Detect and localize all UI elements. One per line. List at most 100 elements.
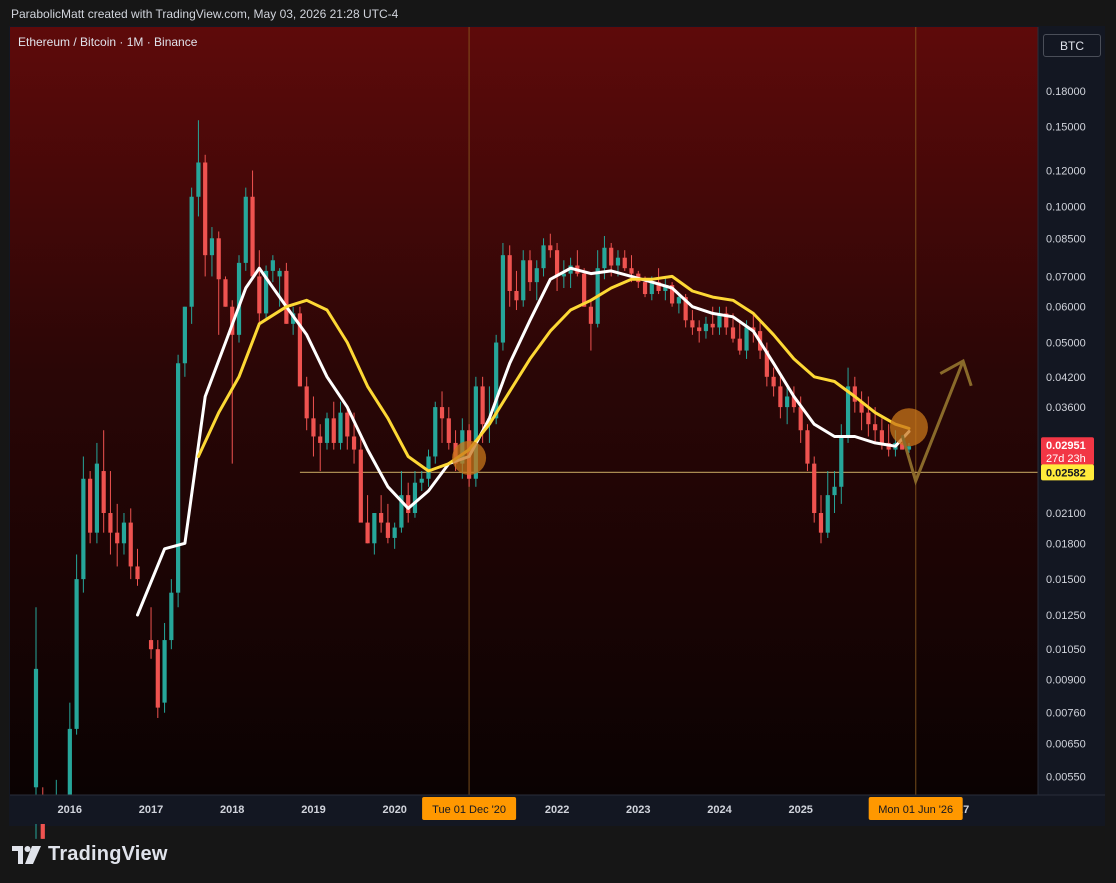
candle-body[interactable] <box>372 513 377 544</box>
candle-body[interactable] <box>879 430 884 443</box>
candle-body[interactable] <box>108 513 113 533</box>
candle-body[interactable] <box>209 238 215 256</box>
candle-body[interactable] <box>737 338 742 351</box>
scale-currency-button[interactable]: BTC <box>1043 34 1101 57</box>
candle-body[interactable] <box>433 407 438 457</box>
price-tick-label: 0.00550 <box>1046 771 1086 783</box>
candle-body[interactable] <box>785 396 790 408</box>
candle-body[interactable] <box>324 418 330 443</box>
symbol-title[interactable]: Ethereum / Bitcoin · 1M · Binance <box>18 35 197 49</box>
candle-body[interactable] <box>338 412 343 443</box>
candle-body[interactable] <box>101 471 106 514</box>
candle-body[interactable] <box>697 327 702 332</box>
candle-body[interactable] <box>128 522 133 567</box>
candle-body[interactable] <box>277 270 282 277</box>
candle-body[interactable] <box>412 482 418 514</box>
candle-body[interactable] <box>521 260 526 301</box>
candle-body[interactable] <box>223 279 228 307</box>
candle-body[interactable] <box>88 478 93 533</box>
candle-body[interactable] <box>426 456 431 479</box>
candle-body[interactable] <box>203 162 208 256</box>
candle-body[interactable] <box>730 327 736 339</box>
candle-body[interactable] <box>629 268 634 274</box>
candle-body[interactable] <box>257 276 262 314</box>
candle-body[interactable] <box>805 430 810 464</box>
time-tick-label: 2025 <box>788 804 812 816</box>
candle-body[interactable] <box>311 418 316 437</box>
highlight-circle[interactable] <box>889 408 928 447</box>
candle-body[interactable] <box>710 323 715 328</box>
candle-body[interactable] <box>527 260 533 283</box>
candle-body[interactable] <box>169 592 174 641</box>
candle-body[interactable] <box>365 522 370 544</box>
candle-body[interactable] <box>541 245 546 269</box>
candle-body[interactable] <box>866 412 871 425</box>
candle-body[interactable] <box>744 327 749 351</box>
highlight-circle[interactable] <box>452 440 487 475</box>
candle-body[interactable] <box>284 270 289 324</box>
candle-body[interactable] <box>602 247 607 269</box>
candle-body[interactable] <box>135 566 140 580</box>
candle-body[interactable] <box>406 495 411 514</box>
candle-body[interactable] <box>439 407 445 419</box>
tradingview-logo[interactable]: TradingView <box>12 843 168 866</box>
candle-body[interactable] <box>318 436 323 443</box>
candle-body[interactable] <box>243 196 248 263</box>
candle-body[interactable] <box>690 320 695 328</box>
candle-body[interactable] <box>121 522 127 544</box>
candle-body[interactable] <box>622 257 627 269</box>
candle-body[interactable] <box>81 478 86 580</box>
candle-body[interactable] <box>534 268 539 283</box>
candle-body[interactable] <box>609 247 614 266</box>
candle-body[interactable] <box>825 495 830 533</box>
candle-body[interactable] <box>74 579 79 729</box>
candle-body[interactable] <box>67 728 72 804</box>
candle-body[interactable] <box>480 386 485 425</box>
candle-body[interactable] <box>392 527 397 538</box>
candle-body[interactable] <box>812 463 817 514</box>
candle-body[interactable] <box>548 245 553 251</box>
candle-body[interactable] <box>358 449 363 523</box>
candle-body[interactable] <box>419 478 424 483</box>
candle-body[interactable] <box>94 463 100 533</box>
candle-body[interactable] <box>554 250 560 277</box>
candle-body[interactable] <box>873 424 878 431</box>
candle-body[interactable] <box>642 282 648 295</box>
candle-body[interactable] <box>588 306 594 324</box>
candle-body[interactable] <box>115 532 120 544</box>
candle-body[interactable] <box>345 412 350 437</box>
candle-body[interactable] <box>162 640 167 703</box>
candle-body[interactable] <box>196 162 201 197</box>
candle-body[interactable] <box>148 640 154 650</box>
chart-canvas[interactable]: 0.220000.180000.150000.120000.100000.085… <box>0 0 1116 883</box>
candle-body[interactable] <box>182 306 187 364</box>
candle-body[interactable] <box>446 418 451 443</box>
candle-body[interactable] <box>379 513 384 523</box>
candle-body[interactable] <box>385 522 390 538</box>
tradingview-logo-text: TradingView <box>48 843 168 865</box>
candle-body[interactable] <box>507 255 512 291</box>
candle-body[interactable] <box>155 649 160 708</box>
candle-body[interactable] <box>189 196 194 307</box>
candle-body[interactable] <box>216 238 221 280</box>
candle-body[interactable] <box>818 513 824 533</box>
candle-body[interactable] <box>832 486 837 496</box>
candle-body[interactable] <box>703 323 709 332</box>
candle-body[interactable] <box>33 668 39 788</box>
price-tick-label: 0.00900 <box>1046 675 1086 687</box>
candle-body[interactable] <box>270 260 275 271</box>
candle-body[interactable] <box>250 196 255 277</box>
candle-body[interactable] <box>176 363 181 593</box>
candle-body[interactable] <box>676 297 681 304</box>
candle-body[interactable] <box>615 257 621 266</box>
candle-body[interactable] <box>351 436 357 450</box>
candle-body[interactable] <box>839 436 844 487</box>
candle-body[interactable] <box>304 386 309 419</box>
candle-body[interactable] <box>331 418 336 443</box>
date-marker-label: Tue 01 Dec '20 <box>432 804 506 816</box>
candle-body[interactable] <box>500 255 506 343</box>
candle-body[interactable] <box>514 290 519 301</box>
candle-body[interactable] <box>778 386 783 408</box>
candle-body[interactable] <box>798 407 803 431</box>
candle-body[interactable] <box>771 376 776 387</box>
